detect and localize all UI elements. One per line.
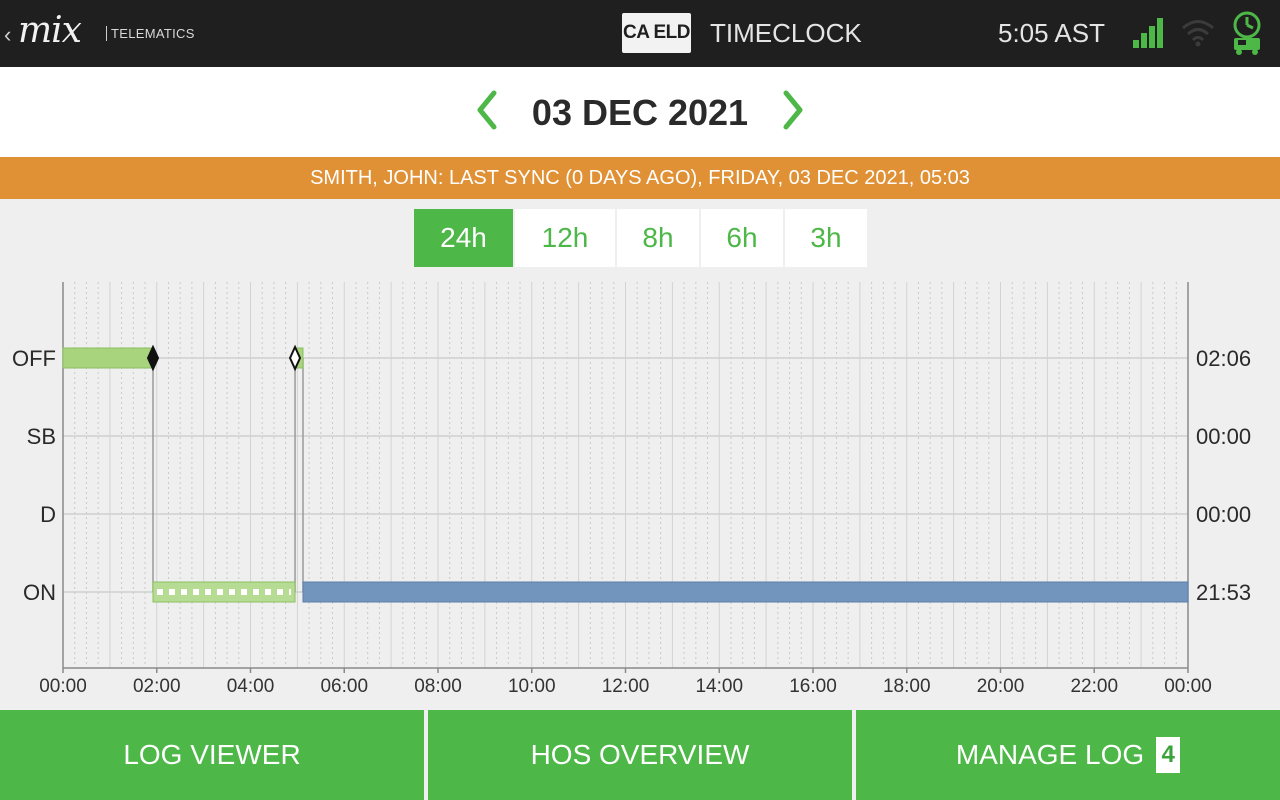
x-tick-label: 22:00 (1070, 676, 1118, 697)
chevron-left-icon[interactable] (472, 87, 502, 133)
manage-log-count-badge: 4 (1156, 737, 1181, 773)
eld-badge: CA ELD (622, 13, 691, 53)
sync-status-banner: SMITH, JOHN: LAST SYNC (0 DAYS AGO), FRI… (0, 157, 1280, 199)
logo-subtitle: TELEMATICS (106, 26, 195, 41)
tab-12h[interactable]: 12h (515, 209, 615, 267)
manage-log-label: MANAGE LOG (955, 739, 1145, 770)
x-tick-label: 02:00 (133, 676, 181, 697)
status-total-on: 21:53 (1196, 580, 1251, 605)
x-tick-label: 06:00 (320, 676, 368, 697)
x-tick-label: 04:00 (227, 676, 275, 697)
chevron-right-icon[interactable] (778, 87, 808, 133)
status-total-off: 02:06 (1196, 346, 1251, 371)
manage-log-button[interactable]: MANAGE LOG 4 (856, 710, 1280, 800)
date-navigator: 03 DEC 2021 (0, 67, 1280, 157)
log-viewer-label: LOG VIEWER (123, 739, 301, 770)
tab-24h[interactable]: 24h (414, 209, 513, 267)
log-viewer-button[interactable]: LOG VIEWER (0, 710, 424, 800)
wifi-icon (1182, 20, 1214, 47)
x-tick-label: 12:00 (602, 676, 650, 697)
clock: 5:05 AST (998, 18, 1105, 48)
duty-status-chart: 00:00 02:00 04:00 06:00 08:00 10:00 12:00 14:00… (12, 282, 1251, 697)
status-label-off: OFF (12, 346, 56, 371)
status-total-d: 00:00 (1196, 502, 1251, 527)
status-label-on: ON (23, 580, 56, 605)
status-label-sb: SB (27, 424, 56, 449)
status-label-d: D (40, 502, 56, 527)
tab-3h[interactable]: 3h (785, 209, 867, 267)
bottom-action-bar: LOG VIEWER HOS OVERVIEW MANAGE LOG 4 (0, 710, 1280, 800)
signal-bars-icon (1133, 18, 1163, 48)
logo: mix (18, 10, 82, 51)
x-tick-label: 10:00 (508, 676, 556, 697)
app-title: TIMECLOCK (710, 18, 862, 48)
status-segment-on (302, 581, 1189, 603)
x-tick-label: 14:00 (695, 676, 743, 697)
range-tabs: 24h 12h 8h 6h 3h (414, 209, 867, 267)
x-tick-label: 00:00 (39, 676, 87, 697)
status-segment-off (62, 347, 154, 369)
tab-8h[interactable]: 8h (617, 209, 699, 267)
x-tick-label: 20:00 (977, 676, 1025, 697)
back-chevron-icon[interactable]: ‹ (4, 22, 11, 48)
x-tick-label: 08:00 (414, 676, 462, 697)
tab-6h[interactable]: 6h (701, 209, 783, 267)
current-date: 03 DEC 2021 (531, 92, 749, 133)
hos-overview-button[interactable]: HOS OVERVIEW (428, 710, 852, 800)
x-tick-label: 16:00 (789, 676, 837, 697)
x-tick-label: 18:00 (883, 676, 931, 697)
hos-overview-label: HOS OVERVIEW (530, 739, 750, 770)
status-bar: ‹ mix TELEMATICS CA ELD TIMECLOCK 5:05 A… (0, 0, 1280, 67)
truck-clock-icon[interactable] (1228, 10, 1266, 56)
x-tick-label: 00:00 (1164, 676, 1212, 697)
status-total-sb: 00:00 (1196, 424, 1251, 449)
